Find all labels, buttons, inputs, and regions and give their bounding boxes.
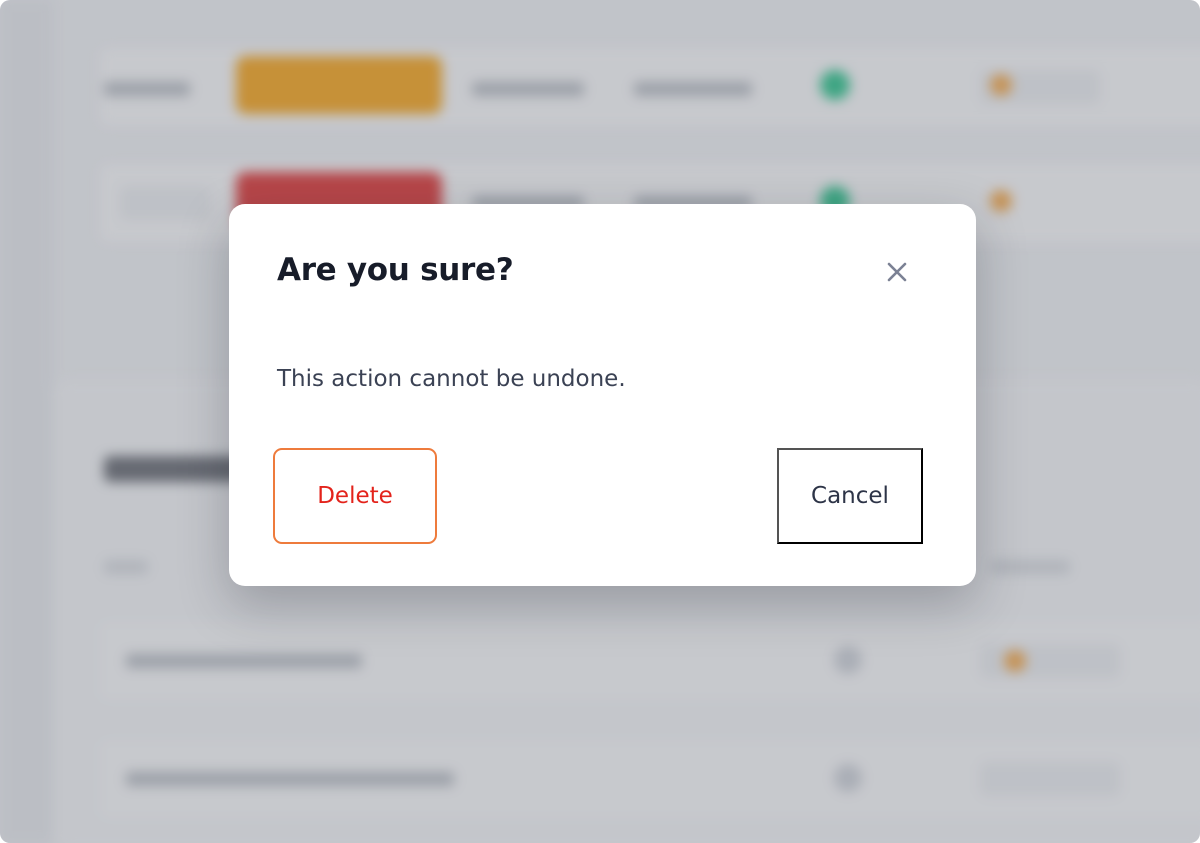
dialog-title: Are you sure? [277, 252, 514, 288]
delete-button[interactable]: Delete [273, 448, 437, 544]
confirm-dialog: Are you sure? This action cannot be undo… [229, 204, 976, 586]
cancel-button[interactable]: Cancel [777, 448, 923, 544]
close-icon [887, 262, 907, 282]
app-frame: Are you sure? This action cannot be undo… [0, 0, 1200, 843]
close-button[interactable] [877, 252, 917, 292]
dialog-message: This action cannot be undone. [277, 366, 626, 392]
